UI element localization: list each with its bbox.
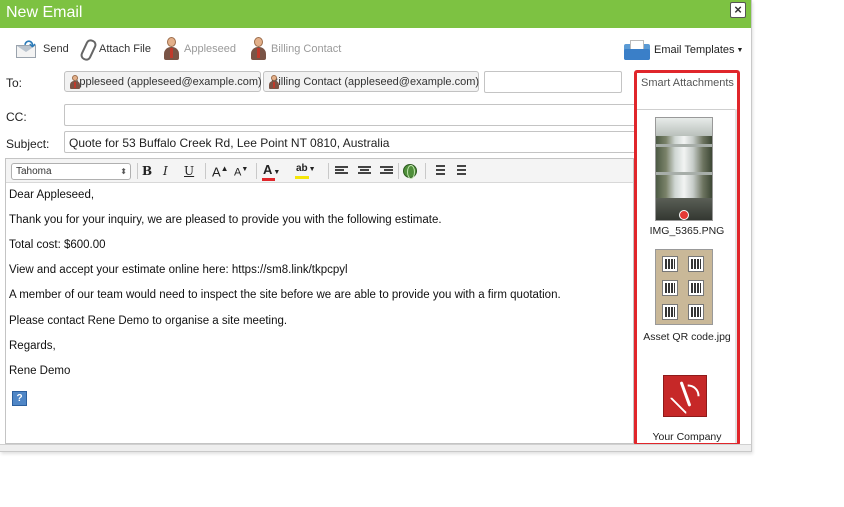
body-line: Total cost: $600.00 xyxy=(9,239,106,251)
align-right-button[interactable] xyxy=(380,166,393,176)
email-templates-button[interactable]: Email Templates ▼ xyxy=(624,39,743,61)
recipient-chip[interactable]: Billing Contact (appleseed@example.com) xyxy=(263,71,479,92)
font-color-label: A xyxy=(263,162,273,177)
contact-person-icon xyxy=(163,37,179,61)
body-line: Thank you for your inquiry, we are pleas… xyxy=(9,214,442,226)
subject-label: Subject: xyxy=(6,137,50,151)
grow-font-button[interactable]: A▲ xyxy=(212,164,229,179)
send-label: Send xyxy=(43,43,69,55)
body-line: Regards, xyxy=(9,340,56,352)
attachment-thumbnail-asset-qr[interactable] xyxy=(655,249,713,325)
email-templates-label: Email Templates xyxy=(654,44,735,56)
templates-folder-icon xyxy=(624,40,650,60)
formatting-toolbar: Tahoma ⬍ B I U A▲ A▼ A ▼ ab ▼ xyxy=(6,159,633,183)
toolbar-divider xyxy=(328,163,329,179)
align-center-button[interactable] xyxy=(358,166,371,176)
window-title: New Email xyxy=(6,4,83,21)
send-button[interactable]: ↷ Send xyxy=(14,37,69,61)
to-input[interactable] xyxy=(484,71,622,93)
send-icon: ↷ xyxy=(14,37,38,59)
select-arrows-icon: ⬍ xyxy=(120,167,127,176)
pdf-icon[interactable] xyxy=(663,375,707,417)
shrink-font-button[interactable]: A▼ xyxy=(234,166,248,179)
new-email-window: New Email × ↷ Send Attach File Appleseed… xyxy=(0,0,752,452)
toolbar-divider xyxy=(425,163,426,179)
font-color-button[interactable]: A ▼ xyxy=(262,162,280,181)
toolbar-divider xyxy=(256,163,257,179)
contact-appleseed-label: Appleseed xyxy=(184,43,236,55)
attachment-name[interactable]: IMG_5365.PNG xyxy=(637,225,737,238)
attach-file-button[interactable]: Attach File xyxy=(80,37,151,61)
paperclip-icon xyxy=(80,38,94,60)
cc-input[interactable] xyxy=(64,104,636,126)
body-line: Rene Demo xyxy=(9,365,71,377)
email-body-editor[interactable]: Tahoma ⬍ B I U A▲ A▼ A ▼ ab ▼ Dear Applese… xyxy=(5,158,634,444)
insert-link-globe-icon[interactable] xyxy=(403,164,417,179)
body-line: Dear Appleseed, xyxy=(9,189,95,201)
email-toolbar: ↷ Send Attach File Appleseed Billing Con… xyxy=(0,29,751,67)
attach-file-label: Attach File xyxy=(99,43,151,55)
smart-attachments-title: Smart Attachments xyxy=(641,77,734,89)
recipient-chip-label: Appleseed (appleseed@example.com) xyxy=(72,75,262,88)
to-label: To: xyxy=(6,76,23,90)
toolbar-divider xyxy=(205,163,206,179)
highlight-color-button[interactable]: ab ▼ xyxy=(295,163,316,179)
toolbar-divider xyxy=(137,163,138,179)
align-left-button[interactable] xyxy=(335,166,348,176)
close-button[interactable]: × xyxy=(730,2,746,18)
underline-button[interactable]: U xyxy=(184,164,194,178)
title-bar: New Email × xyxy=(0,0,751,28)
attachment-thumbnail-img-5365[interactable] xyxy=(655,117,713,221)
toolbar-divider xyxy=(398,163,399,179)
recipient-chip-label: Billing Contact (appleseed@example.com) xyxy=(271,75,480,88)
bold-button[interactable]: B xyxy=(142,164,152,178)
body-line: A member of our team would need to inspe… xyxy=(9,289,561,301)
smart-attachments-panel: Smart Attachments IMG_5365.PNG Asset QR … xyxy=(634,70,740,446)
bullet-list-icon[interactable] xyxy=(452,165,466,177)
italic-button[interactable]: I xyxy=(163,164,168,178)
subject-value: Quote for 53 Buffalo Creek Rd, Lee Point… xyxy=(69,136,390,150)
cc-label: CC: xyxy=(6,110,27,124)
subject-input[interactable]: Quote for 53 Buffalo Creek Rd, Lee Point… xyxy=(64,131,636,153)
contact-person-icon xyxy=(250,37,266,61)
attachment-name[interactable]: Your Company xyxy=(637,431,737,443)
contact-billing-button[interactable]: Billing Contact xyxy=(250,37,341,61)
recipient-chip[interactable]: Appleseed (appleseed@example.com) xyxy=(64,71,262,92)
font-family-select[interactable]: Tahoma ⬍ xyxy=(11,163,131,180)
highlight-label: ab xyxy=(296,163,308,174)
help-icon[interactable]: ? xyxy=(12,391,27,406)
record-dot-icon xyxy=(679,210,689,220)
body-line: View and accept your estimate online her… xyxy=(9,264,348,276)
grow-font-label: A xyxy=(212,164,221,180)
font-family-value: Tahoma xyxy=(16,166,52,177)
window-bottom-edge xyxy=(0,444,751,451)
contact-appleseed-button[interactable]: Appleseed xyxy=(163,37,236,61)
body-line: Please contact Rene Demo to organise a s… xyxy=(9,315,288,327)
contact-billing-label: Billing Contact xyxy=(271,43,342,55)
numbered-list-icon[interactable] xyxy=(431,165,445,177)
attachments-scrollbar[interactable] xyxy=(735,109,737,443)
attachment-name[interactable]: Asset QR code.jpg xyxy=(637,331,737,344)
chevron-down-icon: ▼ xyxy=(736,46,744,54)
